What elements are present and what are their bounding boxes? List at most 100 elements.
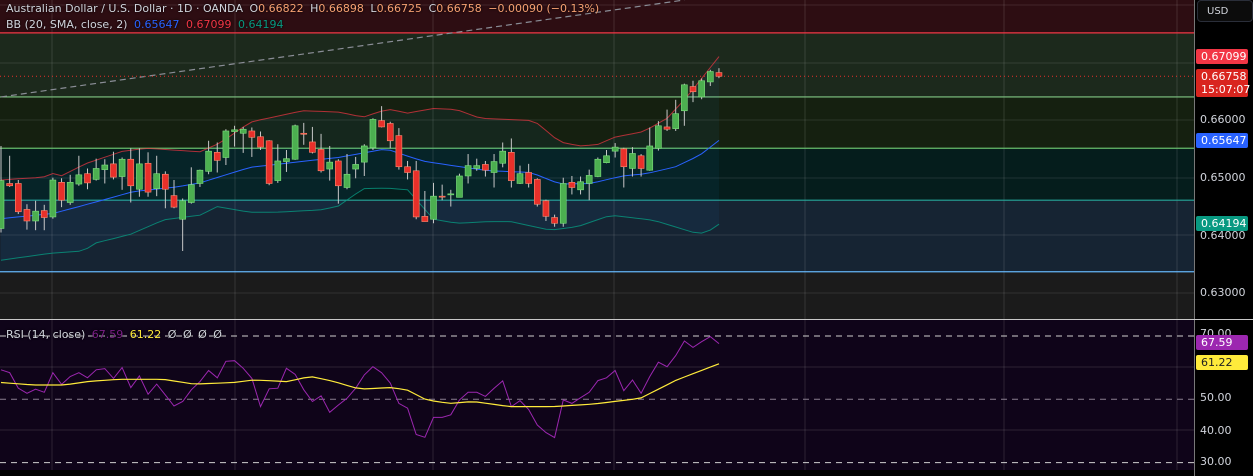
rsi-tick: 40.00 bbox=[1200, 424, 1232, 437]
price-tick: 0.65000 bbox=[1200, 171, 1246, 184]
candle-body bbox=[15, 183, 22, 213]
candle-body bbox=[6, 183, 13, 187]
candle-body bbox=[412, 170, 420, 218]
candle-body bbox=[0, 180, 5, 229]
candle-body bbox=[40, 210, 48, 218]
price-tick: 0.63000 bbox=[1200, 286, 1246, 299]
bb-lower-tag: 0.64194 bbox=[1196, 216, 1248, 231]
candle-body bbox=[698, 80, 705, 98]
candle-body bbox=[706, 71, 714, 83]
candle-body bbox=[352, 164, 359, 170]
low-value: 0.66725 bbox=[376, 2, 423, 15]
candle-body bbox=[611, 146, 619, 152]
currency-button[interactable]: USD bbox=[1197, 0, 1253, 22]
candle-body bbox=[162, 173, 169, 190]
candle-body bbox=[516, 173, 524, 184]
rsi-tick: 50.00 bbox=[1200, 391, 1232, 404]
candle-body bbox=[326, 161, 334, 170]
bb-upper-tag: 0.67099 bbox=[1196, 49, 1248, 64]
candle-body bbox=[508, 152, 515, 181]
candle-body bbox=[309, 141, 316, 153]
candle-body bbox=[559, 183, 567, 224]
candle-body bbox=[689, 86, 697, 93]
candle-body bbox=[490, 161, 498, 173]
candle-body bbox=[386, 123, 394, 142]
open-label: O bbox=[249, 2, 259, 15]
candle-body bbox=[283, 158, 290, 162]
candle-body bbox=[447, 193, 455, 196]
candle-body bbox=[188, 184, 195, 203]
bb-legend[interactable]: BB (20, SMA, close, 2) 0.65647 0.67099 0… bbox=[6, 18, 286, 31]
candle-body bbox=[404, 166, 411, 173]
candle-body bbox=[170, 195, 178, 208]
candle-body bbox=[646, 145, 654, 171]
bb-basis-tag: 0.65647 bbox=[1196, 133, 1248, 148]
candle-body bbox=[594, 158, 602, 177]
candle-body bbox=[681, 84, 688, 112]
candle-body bbox=[620, 148, 628, 168]
rsi-na-value: Ø bbox=[182, 328, 192, 341]
candle-body bbox=[568, 182, 576, 188]
candle-body bbox=[482, 164, 489, 171]
rsi-value: 67.59 bbox=[91, 328, 124, 341]
bb-lower-value: 0.64194 bbox=[237, 18, 284, 31]
candle-body bbox=[118, 158, 126, 177]
candle-body bbox=[49, 179, 57, 218]
candle-body bbox=[66, 182, 74, 203]
chart-canvas[interactable] bbox=[0, 0, 1253, 476]
rsi-legend[interactable]: RSI (14, close) 67.59 61.22 Ø Ø Ø Ø bbox=[6, 328, 225, 341]
candle-body bbox=[58, 182, 65, 201]
candle-body bbox=[672, 113, 680, 129]
candle-body bbox=[222, 130, 230, 158]
candle-body bbox=[144, 162, 152, 193]
candle-body bbox=[438, 195, 446, 198]
rsi-tag: 67.59 bbox=[1196, 335, 1248, 350]
candle-body bbox=[274, 160, 282, 181]
high-value: 0.66898 bbox=[318, 2, 364, 15]
candle-body bbox=[213, 152, 221, 161]
candle-body bbox=[110, 163, 117, 178]
candle-body bbox=[577, 181, 584, 191]
candle-body bbox=[265, 140, 273, 184]
candle-body bbox=[430, 195, 437, 220]
candle-body bbox=[257, 136, 264, 148]
candle-body bbox=[101, 164, 109, 170]
bb-basis-value: 0.65647 bbox=[133, 18, 180, 31]
candle-body bbox=[92, 168, 100, 180]
candle-body bbox=[239, 128, 247, 134]
last-price: 0.66758 bbox=[1201, 70, 1247, 83]
candle-body bbox=[84, 173, 91, 184]
candle-body bbox=[533, 179, 541, 205]
candle-body bbox=[23, 209, 31, 222]
last-price-tag: 0.66758 15:07:07 bbox=[1196, 69, 1251, 97]
rsi-na-value: Ø bbox=[213, 328, 222, 341]
level-zone bbox=[0, 272, 1194, 319]
candle-body bbox=[317, 149, 325, 172]
candle-body bbox=[585, 175, 593, 184]
candle-body bbox=[551, 217, 558, 224]
low-label: L bbox=[370, 2, 377, 15]
close-value: 0.66758 bbox=[436, 2, 482, 15]
bb-label: BB (20, SMA, close, 2) bbox=[6, 18, 128, 31]
candle-body bbox=[525, 172, 532, 184]
rsi-label: RSI (14, close) bbox=[6, 328, 86, 341]
candle-body bbox=[715, 72, 723, 77]
level-zone bbox=[0, 33, 1194, 97]
candle-body bbox=[196, 169, 204, 184]
candle-body bbox=[369, 119, 377, 148]
open-value: 0.66822 bbox=[258, 2, 304, 15]
candle-body bbox=[603, 155, 610, 163]
candle-body bbox=[32, 210, 39, 222]
candle-body bbox=[378, 120, 385, 128]
candle-body bbox=[360, 145, 368, 163]
candle-body bbox=[179, 200, 186, 220]
candle-body bbox=[231, 129, 238, 132]
rsi-na-value: Ø bbox=[198, 328, 207, 341]
candle-body bbox=[248, 130, 256, 138]
symbol-legend[interactable]: Australian Dollar / U.S. Dollar · 1D · O… bbox=[6, 2, 602, 15]
candle-body bbox=[637, 155, 645, 169]
level-zone bbox=[0, 97, 1194, 148]
candle-body bbox=[335, 160, 342, 187]
bar-countdown: 15:07:07 bbox=[1201, 83, 1251, 96]
candle-body bbox=[421, 216, 429, 222]
